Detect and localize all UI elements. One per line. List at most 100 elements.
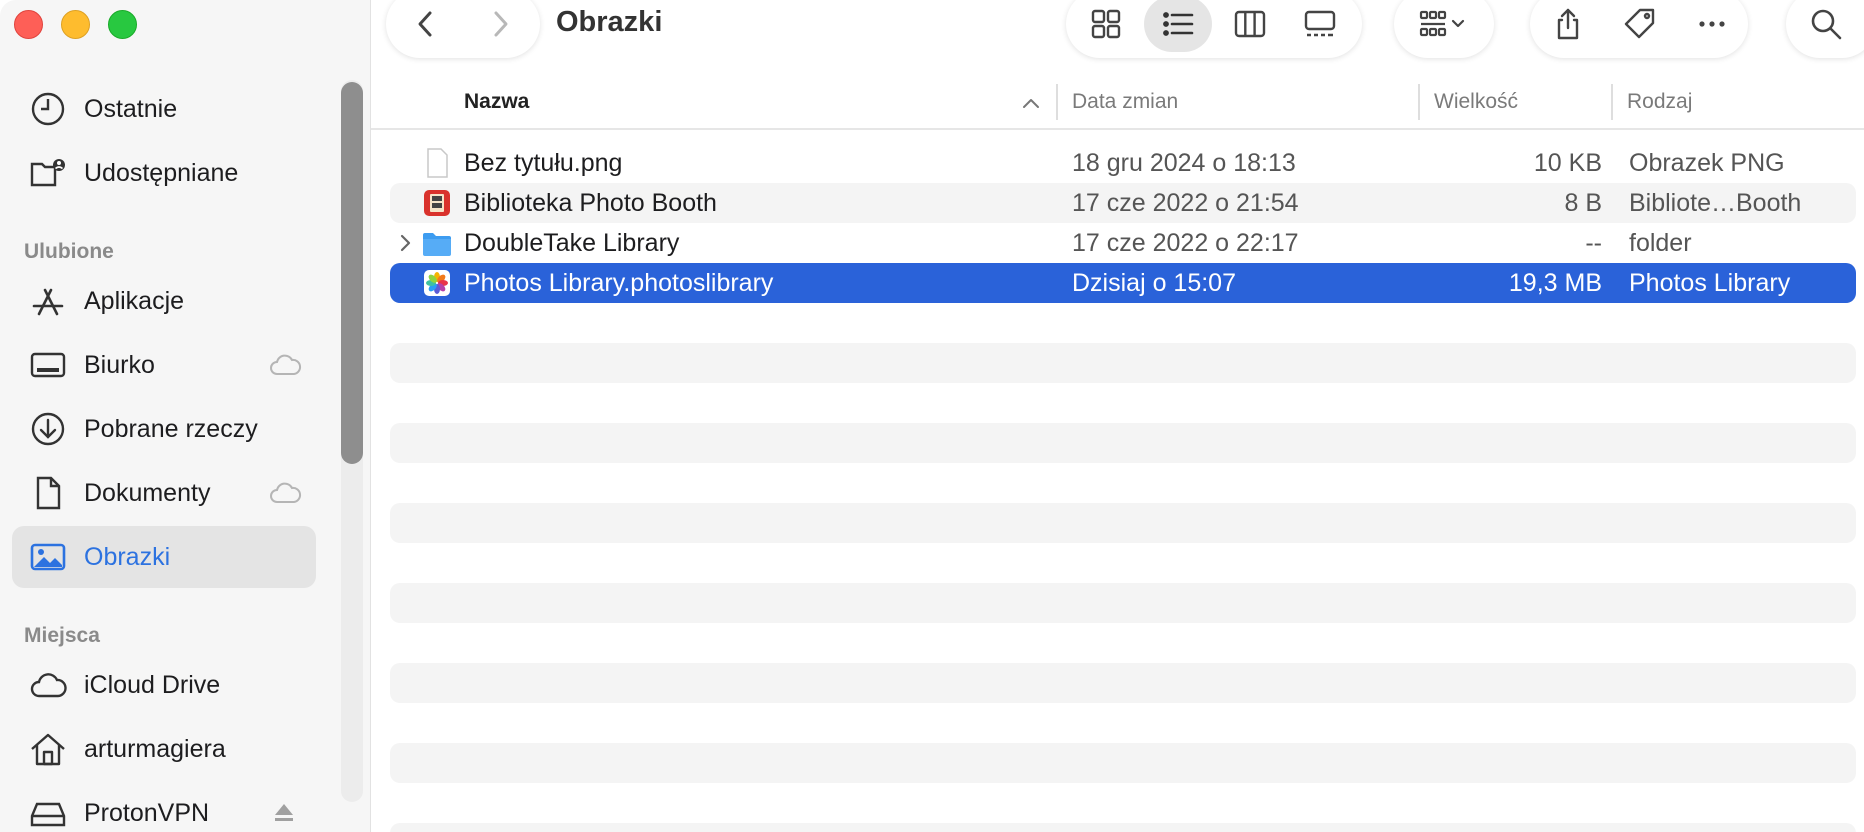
sidebar-item-icloud-drive[interactable]: iCloud Drive	[12, 654, 316, 716]
table-row[interactable]: DoubleTake Library 17 cze 2022 o 22:17 -…	[390, 223, 1856, 263]
sidebar-item-dokumenty[interactable]: Dokumenty	[12, 462, 316, 524]
table-row[interactable]: Biblioteka Photo Booth 17 cze 2022 o 21:…	[390, 183, 1856, 223]
gallery-icon	[1304, 10, 1336, 37]
empty-row	[390, 823, 1856, 832]
back-button[interactable]	[394, 0, 458, 52]
document-icon	[28, 473, 68, 513]
applications-icon	[28, 281, 68, 321]
share-icon	[1557, 8, 1579, 40]
columns-icon	[1234, 10, 1266, 38]
sort-ascending-icon	[1023, 99, 1039, 108]
file-name: Bez tytułu.png	[464, 149, 623, 177]
finder-window: Ostatnie Udostępniane Ulubione Aplikacje…	[0, 0, 1864, 832]
column-header-row: Nazwa Data zmian Wielkość Rodzaj	[371, 72, 1864, 130]
actions-group	[1530, 0, 1748, 58]
empty-row	[390, 343, 1856, 383]
file-date: 18 gru 2024 o 18:13	[1072, 149, 1296, 177]
sidebar-item-biurko[interactable]: Biurko	[12, 334, 316, 396]
file-list: Nazwa Data zmian Wielkość Rodzaj Bez tyt…	[371, 72, 1864, 832]
column-header-name[interactable]: Nazwa	[464, 90, 529, 114]
group-grid-icon	[1419, 10, 1465, 37]
column-header-size[interactable]: Wielkość	[1434, 90, 1518, 114]
eject-icon[interactable]	[272, 800, 296, 824]
file-rows: Bez tytułu.png 18 gru 2024 o 18:13 10 KB…	[390, 143, 1856, 832]
empty-row	[390, 743, 1856, 783]
sidebar-item-pobrane-rzeczy[interactable]: Pobrane rzeczy	[12, 398, 316, 460]
column-view-button[interactable]	[1218, 0, 1282, 52]
column-header-kind[interactable]: Rodzaj	[1627, 90, 1692, 114]
gallery-view-button[interactable]	[1288, 0, 1352, 52]
sidebar-item-label: arturmagiera	[84, 734, 226, 763]
photo-booth-icon	[424, 190, 450, 216]
navigation-group	[386, 0, 540, 58]
sidebar-item-label: iCloud Drive	[84, 670, 221, 699]
file-kind: Bibliote…Booth	[1629, 189, 1802, 217]
empty-row	[390, 583, 1856, 623]
sidebar-item-udostepniane[interactable]: Udostępniane	[12, 142, 316, 204]
sidebar-item-label: Pobrane rzeczy	[84, 414, 258, 443]
table-row[interactable]: Bez tytułu.png 18 gru 2024 o 18:13 10 KB…	[390, 143, 1856, 183]
file-size: 10 KB	[1533, 149, 1602, 177]
png-file-icon	[427, 148, 448, 178]
sidebar-item-label: ProtonVPN	[84, 798, 210, 827]
file-name: Photos Library.photoslibrary	[464, 269, 774, 297]
column-divider[interactable]	[1418, 84, 1420, 120]
table-row-selected[interactable]: Photos Library.photoslibrary Dzisiaj o 1…	[390, 263, 1856, 303]
search-icon	[1811, 9, 1842, 40]
sidebar-item-aplikacje[interactable]: Aplikacje	[12, 270, 316, 332]
chevron-right-icon	[494, 11, 508, 37]
zoom-window-button[interactable]	[108, 10, 137, 39]
sidebar-item-label: Dokumenty	[84, 478, 211, 507]
close-window-button[interactable]	[14, 10, 43, 39]
folder-icon	[423, 233, 451, 256]
drive-icon	[28, 793, 68, 832]
list-icon	[1163, 12, 1194, 36]
sidebar-scrollbar-thumb[interactable]	[341, 82, 363, 464]
file-date: 17 cze 2022 o 21:54	[1072, 189, 1299, 217]
sidebar-item-obrazki[interactable]: Obrazki	[12, 526, 316, 588]
icloud-status-icon	[270, 482, 302, 503]
sidebar-item-label: Aplikacje	[84, 286, 185, 315]
tags-button[interactable]	[1608, 0, 1672, 52]
share-button[interactable]	[1536, 0, 1600, 52]
more-actions-button[interactable]	[1680, 0, 1744, 52]
photos-library-icon	[424, 270, 450, 296]
column-divider[interactable]	[1056, 84, 1058, 120]
sidebar-item-ostatnie[interactable]: Ostatnie	[12, 78, 316, 140]
disclosure-chevron-icon[interactable]	[398, 233, 412, 253]
file-kind: Obrazek PNG	[1629, 149, 1785, 177]
ellipsis-icon	[1699, 21, 1725, 27]
minimize-window-button[interactable]	[61, 10, 90, 39]
favorites-section-title: Ulubione	[24, 240, 114, 263]
sidebar-item-label: Ostatnie	[84, 94, 178, 123]
empty-row	[390, 423, 1856, 463]
shared-folder-icon	[28, 153, 68, 193]
window-title: Obrazki	[556, 6, 663, 38]
file-name: Biblioteka Photo Booth	[464, 189, 717, 217]
group-by-button[interactable]	[1394, 0, 1494, 58]
file-kind: Photos Library	[1629, 269, 1791, 297]
file-kind: folder	[1629, 229, 1692, 257]
column-divider[interactable]	[1611, 84, 1613, 120]
tag-icon	[1624, 8, 1655, 39]
home-icon	[28, 729, 68, 769]
forward-button[interactable]	[468, 0, 532, 52]
file-size: 8 B	[1564, 189, 1602, 217]
grid-icon	[1091, 9, 1121, 39]
icon-view-button[interactable]	[1074, 0, 1138, 52]
search-button[interactable]	[1786, 0, 1864, 58]
file-name: DoubleTake Library	[464, 229, 680, 257]
empty-row	[390, 503, 1856, 543]
sidebar-item-protonvpn[interactable]: ProtonVPN	[12, 782, 316, 832]
sidebar-item-label: Biurko	[84, 350, 155, 379]
file-size: --	[1585, 229, 1602, 257]
file-date: Dzisiaj o 15:07	[1072, 269, 1236, 297]
group-by-control	[1402, 0, 1486, 52]
chevron-left-icon	[418, 11, 432, 37]
column-header-date[interactable]: Data zmian	[1072, 90, 1178, 114]
search-control	[1794, 0, 1858, 52]
list-view-button[interactable]	[1144, 0, 1212, 52]
sidebar-item-arturmagiera[interactable]: arturmagiera	[12, 718, 316, 780]
empty-row	[390, 663, 1856, 703]
desktop-icon	[28, 345, 68, 385]
